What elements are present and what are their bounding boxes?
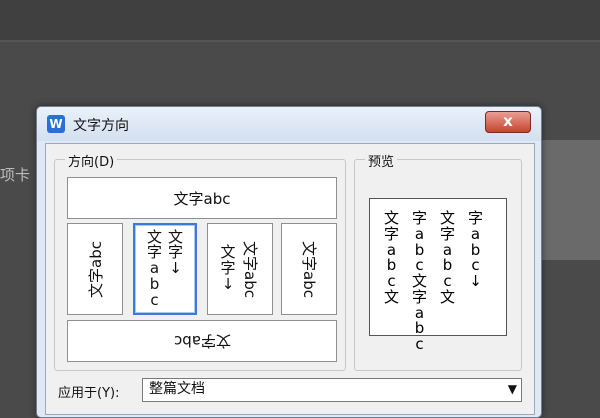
glyph: 文: [440, 287, 456, 306]
option-rotate-right[interactable]: 文字abc: [281, 223, 337, 315]
apply-to-label: 应用于(Y):: [58, 386, 120, 401]
preview-col3: 文 字 a b c 文: [440, 210, 456, 306]
option-rotate-right-text: 文字abc: [299, 240, 318, 298]
apply-to-value: 整篇文档: [149, 381, 205, 397]
glyph: ↓: [169, 259, 182, 278]
preview-col1: 文 字 a b c 文: [384, 210, 400, 306]
vertical-stacked-col1: 文 字 a b c: [147, 229, 162, 309]
glyph: ↓: [221, 274, 235, 293]
option-horizontal[interactable]: 文字abc: [67, 177, 337, 219]
dialog-content: 方向(D) 文字abc 文字abc 文 字 a b c 文 字 ↓ 文 字 ↓ …: [45, 143, 535, 415]
dialog-titlebar[interactable]: W 文字方向 x: [37, 107, 541, 141]
background-top: [0, 0, 600, 40]
vertical-rotated-col1: 文 字 ↓: [220, 245, 235, 292]
background-left-text: 项卡: [0, 166, 31, 184]
glyph: 文字abc: [241, 240, 259, 298]
preview-col2: 字 a b c 文 字 a b c: [412, 210, 427, 353]
glyph: ↓: [469, 272, 482, 290]
option-rotate-left-text: 文字abc: [86, 240, 105, 298]
direction-group: 方向(D) 文字abc 文字abc 文 字 a b c 文 字 ↓ 文 字 ↓ …: [54, 151, 346, 371]
glyph: 文: [384, 287, 400, 306]
dialog-title: 文字方向: [73, 118, 129, 134]
option-vertical-rotated[interactable]: 文 字 ↓ 文字abc: [207, 223, 273, 315]
vertical-stacked-columns: 文 字 a b c 文 字 ↓: [147, 229, 183, 309]
preview-label: 预览: [365, 151, 398, 170]
text-direction-dialog: W 文字方向 x 方向(D) 文字abc 文字abc 文 字 a b c 文 字…: [36, 106, 542, 418]
vertical-stacked-col2: 文 字 ↓: [168, 229, 183, 309]
preview-group: 预览 文 字 a b c 文 字 a b c 文 字 a b c 文 字 a b…: [354, 151, 522, 371]
direction-label: 方向(D): [65, 151, 118, 170]
preview-box: 文 字 a b c 文 字 a b c 文 字 a b c 文 字 a b c …: [369, 198, 507, 352]
background-right-panel: [538, 140, 600, 260]
close-button[interactable]: x: [485, 111, 531, 133]
wps-app-icon: W: [47, 115, 65, 133]
option-upside-down[interactable]: 文字abc: [67, 320, 337, 362]
option-vertical-stacked[interactable]: 文 字 a b c 文 字 ↓: [133, 223, 197, 315]
option-upside-down-text: 文字abc: [173, 331, 231, 350]
vertical-rotated-columns: 文 字 ↓ 文字abc: [220, 229, 259, 309]
glyph: c: [150, 290, 159, 309]
apply-to-select[interactable]: 整篇文档 ▼: [142, 378, 522, 402]
chevron-down-icon: ▼: [507, 382, 517, 396]
vertical-rotated-col2: 文字abc: [241, 229, 260, 309]
preview-col4: 字 a b c ↓: [468, 210, 483, 290]
background-strip: [0, 40, 600, 42]
option-rotate-left[interactable]: 文字abc: [67, 223, 123, 315]
option-horizontal-text: 文字abc: [173, 189, 231, 208]
glyph: c: [415, 335, 424, 353]
